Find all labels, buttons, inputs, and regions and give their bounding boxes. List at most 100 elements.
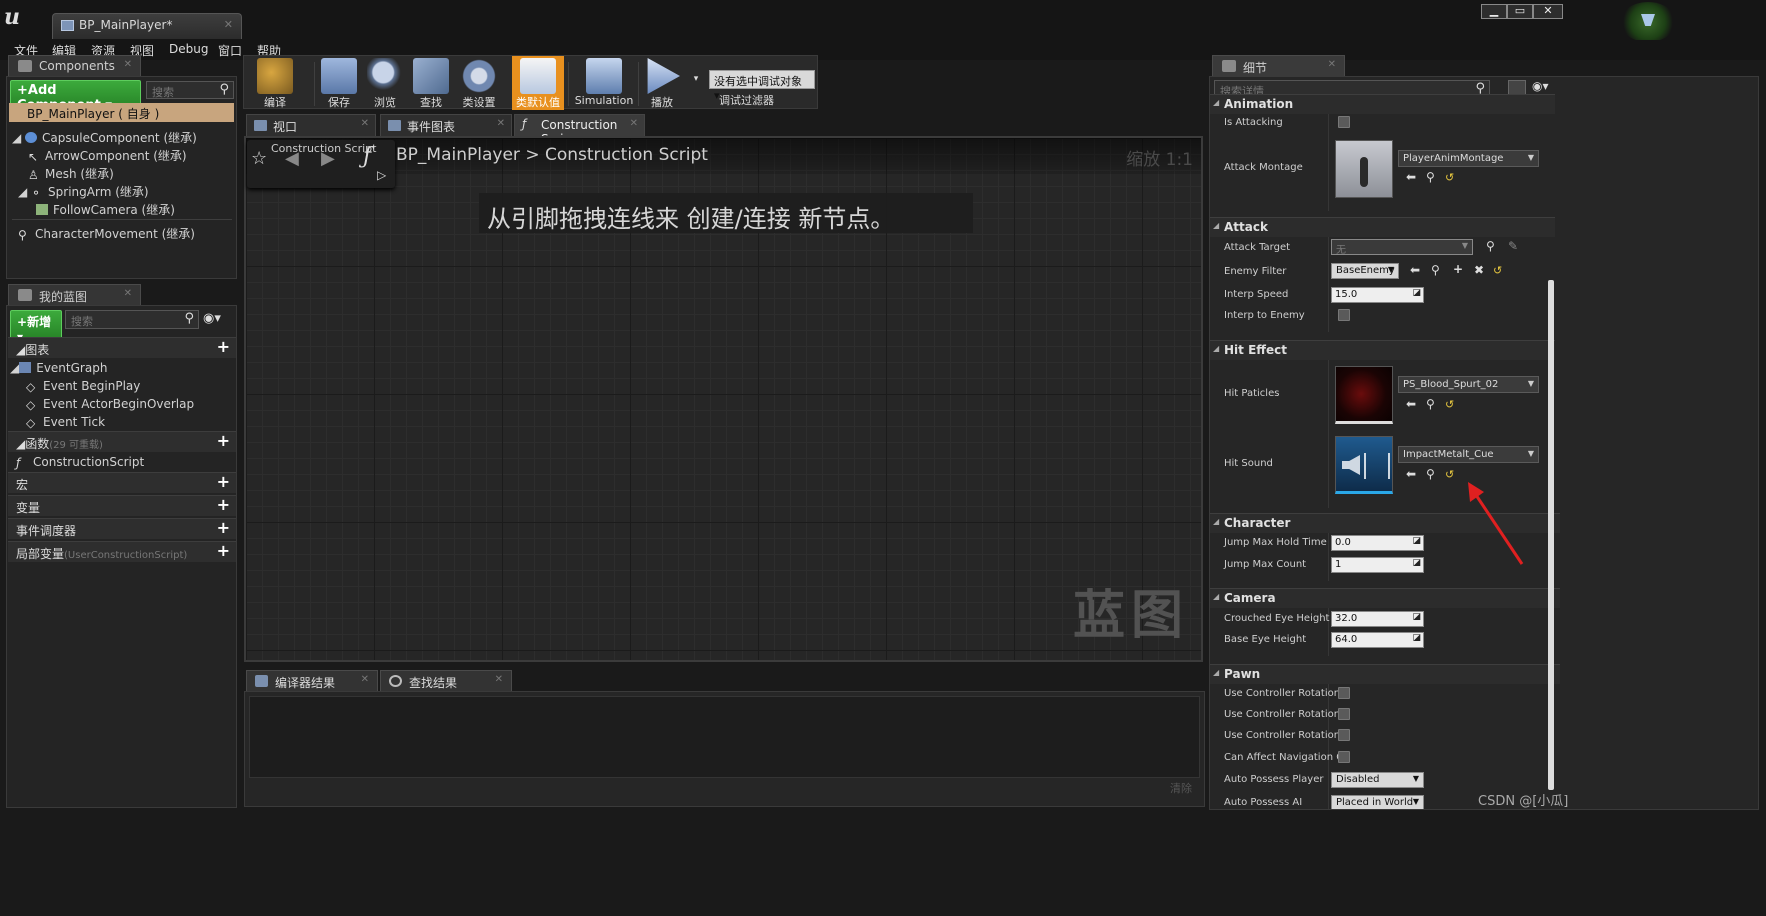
eyedropper-icon[interactable]: ✎ [1508, 239, 1518, 253]
hit-sound-dropdown[interactable]: ImpactMetalt_Cue ▼ [1398, 446, 1539, 463]
enemy-filter-dropdown[interactable]: BaseEnemy ▼ [1331, 263, 1399, 279]
dispatchers-section[interactable]: 事件调度器 + [8, 518, 236, 539]
category-pawn[interactable]: Pawn [1210, 664, 1560, 684]
use-selected-arrow-icon[interactable]: ⬅ [1406, 397, 1416, 411]
particles-thumbnail[interactable] [1335, 366, 1393, 424]
play-button[interactable]: 播放 [640, 56, 684, 110]
event-graph-item[interactable]: ◢ EventGraph [10, 361, 107, 375]
base-eye-height-input[interactable]: 64.0 ◪ [1331, 632, 1424, 648]
close-icon[interactable]: ✕ [124, 288, 132, 299]
construction-script-item[interactable]: ƒ ConstructionScript [16, 455, 144, 470]
event-item[interactable]: ◇ Event BeginPlay [26, 379, 140, 394]
browse-asset-icon[interactable]: ⚲ [1426, 170, 1435, 184]
use-controller-rotation-checkbox[interactable] [1338, 687, 1350, 699]
component-item[interactable]: ◢ ⚬ SpringArm (继承) [18, 183, 149, 200]
browse-asset-icon[interactable]: ⚲ [1426, 467, 1435, 481]
close-icon[interactable]: ✕ [630, 118, 638, 129]
blueprint-search-input[interactable]: 搜索 ⚲ [65, 310, 199, 329]
debug-object-select[interactable]: 没有选中调试对象 ▾ [709, 70, 815, 102]
jump-max-count-input[interactable]: 1 ◪ [1331, 557, 1424, 573]
add-macro-button[interactable]: + [217, 472, 230, 491]
auto-possess-ai-dropdown[interactable]: Placed in World ▼ [1331, 795, 1424, 809]
variables-section[interactable]: 变量 + [8, 495, 236, 516]
maximize-button[interactable]: ▭ [1507, 4, 1533, 19]
is-attacking-checkbox[interactable] [1338, 116, 1350, 128]
minimize-button[interactable]: ▁ [1481, 4, 1507, 19]
category-camera[interactable]: Camera [1210, 588, 1560, 608]
root-component-row[interactable]: BP_MainPlayer ( 自身 ) [9, 103, 234, 122]
tab-compiler-results[interactable]: 编译器结果 ✕ [246, 670, 378, 691]
use-selected-arrow-icon[interactable]: ⬅ [1406, 170, 1416, 184]
local-variables-section[interactable]: 局部变量(UserConstructionScript) + [8, 541, 236, 562]
add-dispatcher-button[interactable]: + [217, 518, 230, 537]
sound-cue-thumbnail[interactable] [1335, 436, 1393, 494]
tab-details[interactable]: 细节 ✕ [1212, 55, 1345, 76]
category-attack[interactable]: Attack [1210, 217, 1555, 237]
simulation-button[interactable]: Simulation [572, 56, 636, 110]
breadcrumb-script[interactable]: Construction Script [545, 145, 708, 165]
component-item[interactable]: FollowCamera (继承) [36, 201, 175, 218]
attack-target-dropdown[interactable]: 无 ▼ [1331, 239, 1473, 256]
component-item[interactable]: ♙ Mesh (继承) [28, 165, 114, 182]
event-item[interactable]: ◇ Event Tick [26, 415, 105, 430]
components-search-input[interactable]: 搜索 ⚲ [146, 81, 234, 99]
close-icon[interactable]: ✕ [497, 118, 505, 129]
close-icon[interactable]: ✕ [1328, 59, 1336, 70]
favorite-star-icon[interactable]: ☆ [251, 148, 267, 169]
add-variable-button[interactable]: + [217, 495, 230, 514]
clear-x-icon[interactable]: ✖ [1474, 263, 1484, 277]
browse-asset-icon[interactable]: ⚲ [1426, 397, 1435, 411]
close-icon[interactable]: ✕ [361, 118, 369, 129]
tab-event-graph[interactable]: 事件图表 ✕ [380, 114, 512, 136]
reset-icon[interactable]: ↺ [1445, 171, 1454, 184]
reset-icon[interactable]: ↺ [1445, 398, 1454, 411]
tab-viewport[interactable]: 视口 ✕ [246, 114, 376, 136]
graphs-section[interactable]: ◢图表 + [8, 337, 236, 358]
interp-to-enemy-checkbox[interactable] [1338, 309, 1350, 321]
save-button[interactable]: 保存 [318, 56, 360, 110]
reset-icon[interactable]: ↺ [1445, 468, 1454, 481]
use-controller-rotation-checkbox[interactable] [1338, 729, 1350, 741]
functions-section[interactable]: ◢函数(29 可重载) + [8, 431, 236, 452]
compile-button[interactable]: 编译 [246, 56, 304, 110]
category-animation[interactable]: Animation [1210, 94, 1555, 114]
montage-thumbnail[interactable] [1335, 140, 1393, 198]
close-icon[interactable]: ✕ [495, 674, 503, 685]
close-icon[interactable]: ✕ [224, 18, 233, 31]
macros-section[interactable]: 宏 + [8, 472, 236, 493]
close-icon[interactable]: ✕ [361, 674, 369, 685]
class-settings-button[interactable]: 类设置 [456, 56, 502, 110]
can-affect-navigation-checkbox[interactable] [1338, 751, 1350, 763]
tab-my-blueprint[interactable]: 我的蓝图 ✕ [8, 284, 141, 305]
menu-debug[interactable]: Debug [169, 42, 208, 56]
play-options-dropdown[interactable]: ▾ [688, 56, 704, 110]
add-function-button[interactable]: + [217, 431, 230, 450]
component-item[interactable]: ⚲ CharacterMovement (继承) [18, 225, 195, 242]
add-icon[interactable]: + [1453, 262, 1463, 276]
graph-canvas[interactable]: Construction Script ☆ ◀ ▶ ƒ ▷ BP_MainPla… [244, 136, 1203, 662]
browse-button[interactable]: 浏览 [364, 56, 406, 110]
find-button[interactable]: 查找 [410, 56, 452, 110]
details-scrollbar[interactable] [1548, 280, 1554, 790]
tab-construction-script[interactable]: ƒConstruction Scrip✕ [514, 114, 645, 146]
add-graph-button[interactable]: + [217, 337, 230, 356]
close-icon[interactable]: ✕ [124, 59, 132, 70]
use-controller-rotation-checkbox[interactable] [1338, 708, 1350, 720]
component-item[interactable]: ↖ ArrowComponent (继承) [28, 147, 187, 164]
menu-window[interactable]: 窗口 [218, 42, 242, 59]
visibility-eye-icon[interactable]: ◉▾ [203, 311, 221, 326]
auto-possess-player-dropdown[interactable]: Disabled ▼ [1331, 772, 1424, 788]
class-defaults-button[interactable]: 类默认值 [512, 56, 564, 110]
use-selected-arrow-icon[interactable]: ⬅ [1410, 263, 1420, 277]
reset-icon[interactable]: ↺ [1493, 264, 1502, 277]
component-item[interactable]: ◢ CapsuleComponent (继承) [12, 129, 197, 146]
forward-arrow-icon[interactable]: ▶ [321, 148, 335, 169]
browse-asset-icon[interactable]: ⚲ [1486, 239, 1495, 253]
tab-components[interactable]: Components ✕ [8, 55, 141, 76]
jump-max-hold-input[interactable]: 0.0 ◪ [1331, 535, 1424, 551]
browse-asset-icon[interactable]: ⚲ [1431, 263, 1440, 277]
document-tab[interactable]: BP_MainPlayer* ✕ [52, 13, 242, 39]
interp-speed-input[interactable]: 15.0 ◪ [1331, 287, 1424, 303]
close-window-button[interactable]: ✕ [1533, 4, 1563, 19]
breadcrumb-blueprint[interactable]: BP_MainPlayer [396, 145, 520, 165]
